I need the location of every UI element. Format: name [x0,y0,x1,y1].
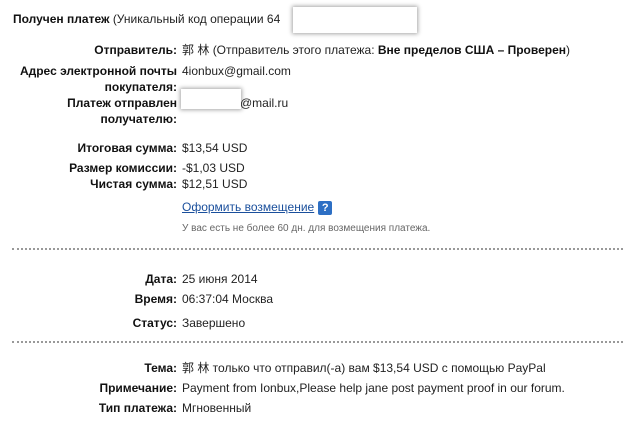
time-value: 06:37:04 Москва [182,292,274,306]
refund-note: У вас есть не более 60 дн. для возмещени… [182,223,431,234]
note-value: Payment from Ionbux,Please help jane pos… [182,381,565,395]
title-text: Получен платеж [13,12,110,26]
net-value: $12,51 USD [182,177,248,191]
redaction-box-transaction-id [293,7,417,33]
payment-type-label: Тип платежа: [98,401,177,415]
sender-verified-status: Вне пределов США – Проверен [377,43,567,57]
subject-value: 郭 林 только что отправил(-а) вам $13,54 U… [182,361,546,375]
net-label: Чистая сумма: [90,177,177,191]
page-title: Получен платеж (Уникальный код операции … [13,12,280,26]
note-label: Примечание: [99,381,177,395]
recipient-label: Платеж отправлен получателю: [67,96,177,126]
fee-value: -$1,03 USD [182,161,245,175]
date-label: Дата: [145,272,177,286]
refund-link[interactable]: Оформить возмещение [182,200,314,214]
total-label: Итоговая сумма: [77,141,177,155]
time-label: Время: [134,292,177,306]
sender-label: Отправитель: [94,43,177,57]
help-icon[interactable]: ? [318,200,333,215]
buyer-email-label: Адрес электронной почты покупателя: [19,64,177,94]
total-value: $13,54 USD [182,141,248,155]
payment-type-value: Мгновенный [182,401,252,415]
divider [12,341,623,343]
date-value: 25 июня 2014 [182,272,258,286]
subject-label: Тема: [144,361,177,375]
buyer-email-value: 4ionbux@gmail.com [182,64,291,78]
transaction-id-text: (Уникальный код операции 64 [112,12,281,26]
refund-action: Оформить возмещение? [182,199,333,215]
status-label: Статус: [132,316,177,330]
recipient-email-value: @mail.ru [240,96,289,110]
divider [12,248,623,250]
status-value: Завершено [182,316,246,330]
sender-note-prefix: (Отправитель этого платежа: [212,43,375,57]
redaction-box-recipient [181,89,241,109]
sender-value: 郭 林 (Отправитель этого платежа: Вне пред… [182,42,570,58]
fee-label: Размер комиссии: [69,161,177,175]
sender-note-suffix: ) [566,43,571,57]
sender-name: 郭 林 [182,43,210,57]
